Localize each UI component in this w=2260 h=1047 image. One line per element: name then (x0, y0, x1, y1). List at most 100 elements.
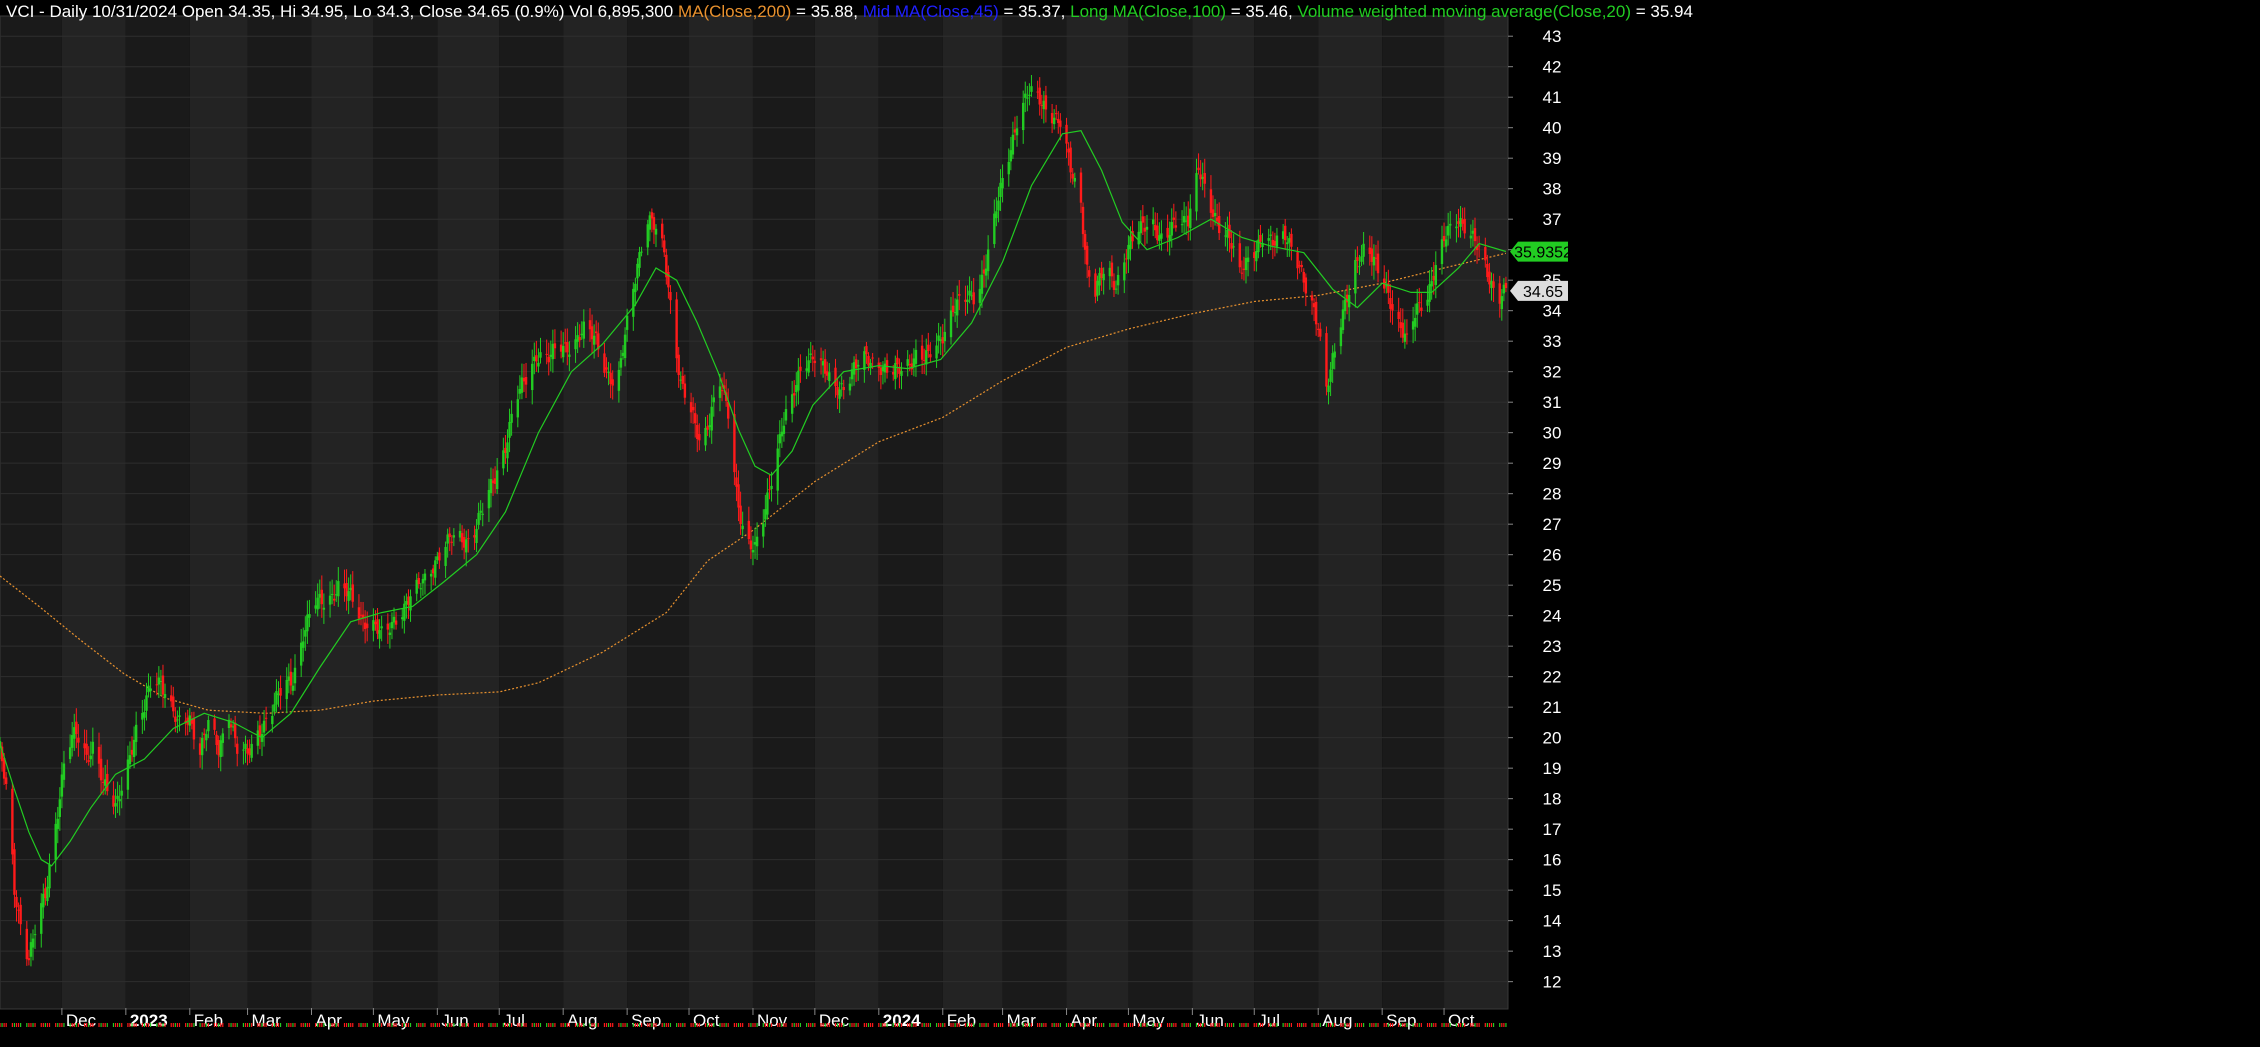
candle-body (966, 299, 969, 303)
candle-body (423, 573, 427, 581)
quote-summary: VCI - Daily 10/31/2024 Open 34.35, Hi 34… (6, 2, 678, 21)
mid-ma-label[interactable]: Mid MA(Close,45) (863, 2, 999, 21)
candle-body (192, 718, 196, 740)
candle-body (343, 583, 346, 589)
candle-body (1244, 257, 1248, 271)
candle-body (401, 617, 404, 620)
price-chart[interactable]: 12 13 14 15 16 17 18 19 20 21 22 23 24 25 26 27 28 29 30 31… (0, 0, 2260, 1047)
candle-body (68, 747, 72, 760)
x-tick-label: Jun (1196, 1011, 1223, 1030)
candle-body (390, 621, 394, 629)
candle-body (1354, 260, 1357, 294)
ma200-label[interactable]: MA(Close,200) (678, 2, 791, 21)
candle-body (958, 294, 961, 296)
candle-body (1298, 265, 1301, 267)
candle-body (784, 409, 788, 421)
candle-body (248, 748, 251, 756)
y-tick-label: 41 (1543, 88, 1562, 107)
candle-body (120, 790, 123, 796)
candle-body (250, 743, 253, 758)
y-tick-label: 15 (1543, 881, 1562, 900)
candle-body (1368, 247, 1371, 255)
candle-body (1267, 238, 1270, 241)
vwma-label[interactable]: Volume weighted moving average(Close,20) (1297, 2, 1631, 21)
x-tick-label: Feb (194, 1011, 223, 1030)
candle-body (112, 795, 115, 807)
candle-body (42, 893, 45, 908)
y-tick-label: 23 (1543, 637, 1562, 656)
candle-body (1083, 233, 1087, 250)
candle-body (128, 755, 132, 765)
vwma-value: = 35.94 (1631, 2, 1693, 21)
price-axis[interactable]: 12 13 14 15 16 17 18 19 20 21 22 23 24 25 26 27 28 29 30 31… (1508, 27, 1562, 992)
candle-body (1471, 230, 1475, 234)
candle-body (434, 560, 437, 578)
candle-body (1440, 239, 1444, 265)
candle-body (823, 359, 827, 374)
y-tick-label: 20 (1543, 729, 1562, 748)
candle-body (87, 760, 90, 762)
candle-body (429, 573, 433, 577)
candle-body (638, 252, 641, 268)
candle-body (710, 406, 713, 431)
long-ma-value: = 35.46, (1226, 2, 1298, 21)
candle-body (477, 512, 480, 525)
candle-body (698, 434, 701, 441)
candle-body (650, 212, 654, 219)
candle-body (836, 386, 839, 396)
y-tick-label: 17 (1543, 820, 1562, 839)
candle-body (345, 583, 348, 597)
candle-body (172, 696, 175, 712)
candle-body (1203, 173, 1206, 184)
long-ma-label[interactable]: Long MA(Close,100) (1070, 2, 1226, 21)
y-tick-label: 39 (1543, 149, 1562, 168)
candle-body (547, 356, 550, 363)
candle-body (1114, 288, 1118, 290)
candle-body (871, 357, 874, 359)
candle-body (561, 345, 565, 358)
candle-body (605, 367, 608, 370)
x-tick-label: Apr (1071, 1011, 1098, 1030)
candle-body (213, 718, 216, 730)
candle-body (40, 903, 43, 934)
candle-body (1271, 239, 1275, 246)
x-tick-label: Dec (819, 1011, 850, 1030)
candle-body (242, 749, 245, 751)
candle-body (320, 589, 324, 605)
candle-body (56, 818, 59, 829)
candle-body (1504, 282, 1508, 288)
candle-body (332, 598, 336, 601)
candle-body (927, 344, 930, 351)
candle-body (1052, 117, 1056, 125)
candle-body (1461, 219, 1464, 224)
candle-body (694, 413, 697, 424)
candle-body (479, 510, 482, 513)
candle-body (1238, 243, 1242, 268)
candle-body (314, 605, 317, 609)
time-axis[interactable]: Dec 2023 Feb Mar Apr May Jun Jul Aug Sep Oct Nov Dec… (0, 1008, 1507, 1030)
candle-body (1154, 224, 1157, 231)
candle-body (580, 333, 583, 336)
candle-body (229, 724, 233, 728)
candle-body (941, 337, 944, 344)
candle-body (349, 587, 352, 591)
candle-body (1488, 271, 1491, 285)
candle-body (48, 864, 51, 889)
candle-body (533, 356, 536, 361)
candle-body (421, 578, 425, 584)
candle-body (273, 704, 276, 712)
candle-body (1444, 239, 1448, 247)
candle-body (1071, 173, 1074, 179)
y-tick-label: 25 (1543, 576, 1562, 595)
candle-body (737, 484, 740, 508)
candle-body (970, 295, 973, 297)
candle-body (291, 685, 295, 691)
candle-body (634, 283, 637, 293)
candle-body (1007, 161, 1010, 175)
candle-body (419, 588, 423, 590)
y-tick-label: 27 (1543, 515, 1562, 534)
candle-body (1067, 148, 1070, 153)
candle-body (159, 680, 163, 682)
y-tick-label: 18 (1543, 790, 1562, 809)
candle-body (337, 581, 340, 597)
